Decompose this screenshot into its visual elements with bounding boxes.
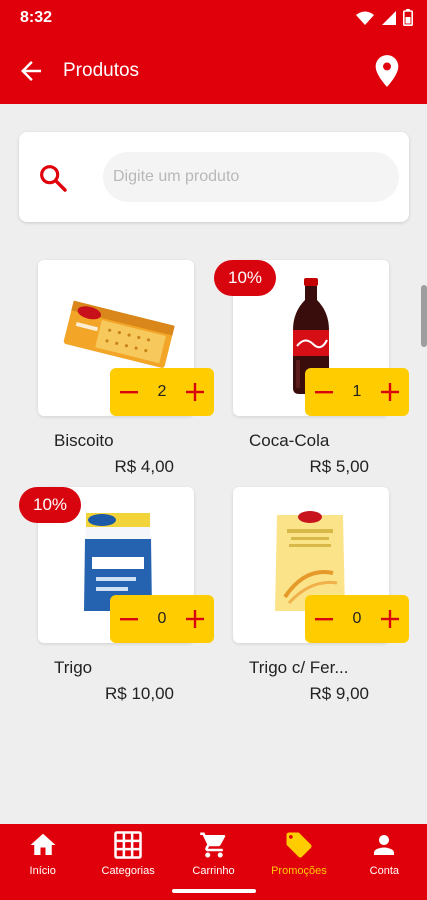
status-time: 8:32 (20, 9, 53, 26)
product-price: R$ 10,00 (105, 684, 174, 703)
product-card-trigo[interactable]: 10% 0 Trigo R$ 10,00 (19, 487, 214, 707)
increase-button[interactable] (379, 608, 401, 630)
nav-label: Carrinho (192, 865, 235, 877)
quantity-stepper: 2 (110, 368, 214, 416)
search-card (19, 132, 409, 222)
search-icon[interactable] (37, 162, 69, 194)
quantity-stepper: 1 (305, 368, 409, 416)
increase-button[interactable] (379, 381, 401, 403)
increase-button[interactable] (184, 608, 206, 630)
product-price: R$ 4,00 (114, 457, 174, 476)
app-bar: Produtos (0, 36, 427, 104)
bottom-navigation: Início Categorias Carrinho Promoções Con… (0, 824, 427, 884)
nav-item-categorias[interactable]: Categorias (85, 824, 170, 884)
quantity-value: 0 (157, 610, 167, 627)
tag-icon (286, 832, 312, 858)
signal-icon (382, 10, 396, 25)
person-icon (374, 835, 395, 855)
nav-label: Categorias (101, 865, 155, 877)
minus-icon (315, 618, 333, 621)
nav-label: Promoções (271, 865, 327, 877)
plus-icon (186, 383, 204, 401)
quantity-stepper: 0 (305, 595, 409, 643)
nav-item-inicio[interactable]: Início (0, 824, 85, 884)
home-icon (30, 833, 56, 855)
plus-icon (381, 610, 399, 628)
cart-icon (199, 832, 225, 858)
scrollbar-thumb[interactable] (421, 285, 427, 347)
location-pin-icon[interactable] (373, 54, 401, 88)
quantity-stepper: 0 (110, 595, 214, 643)
decrease-button[interactable] (313, 608, 335, 630)
minus-icon (120, 391, 138, 394)
quantity-value: 0 (352, 610, 362, 627)
discount-badge: 10% (214, 260, 276, 296)
page-title: Produtos (63, 60, 140, 81)
nav-item-promocoes[interactable]: Promoções (256, 824, 341, 884)
nav-item-conta[interactable]: Conta (342, 824, 427, 884)
product-card-biscoito[interactable]: 2 Biscoito R$ 4,00 (19, 260, 214, 480)
plus-icon (381, 383, 399, 401)
search-input[interactable] (103, 152, 399, 202)
nav-label: Conta (369, 865, 399, 877)
quantity-value: 1 (352, 383, 362, 400)
minus-icon (315, 391, 333, 394)
product-price: R$ 9,00 (309, 684, 369, 703)
increase-button[interactable] (184, 381, 206, 403)
product-name: Trigo c/ Fer... (249, 658, 349, 677)
gesture-bar (0, 884, 427, 900)
product-name: Biscoito (54, 431, 114, 450)
nav-item-carrinho[interactable]: Carrinho (171, 824, 256, 884)
plus-icon (186, 610, 204, 628)
quantity-value: 2 (157, 383, 167, 400)
minus-icon (120, 618, 138, 621)
decrease-button[interactable] (118, 381, 140, 403)
battery-icon (403, 9, 413, 26)
decrease-button[interactable] (118, 608, 140, 630)
decrease-button[interactable] (313, 381, 335, 403)
product-price: R$ 5,00 (309, 457, 369, 476)
product-card-trigo-fermento[interactable]: 0 Trigo c/ Fer... R$ 9,00 (214, 487, 409, 707)
product-name: Trigo (54, 658, 93, 677)
grid-icon (114, 831, 142, 859)
wifi-icon (356, 11, 374, 25)
status-bar: 8:32 (0, 0, 427, 36)
discount-badge: 10% (19, 487, 81, 523)
arrow-left-icon[interactable] (16, 56, 46, 86)
nav-label: Início (29, 865, 56, 877)
home-handle[interactable] (172, 889, 256, 893)
product-card-coca-cola[interactable]: 10% 1 Coca-Cola R$ 5,00 (214, 260, 409, 480)
product-name: Coca-Cola (249, 431, 330, 450)
